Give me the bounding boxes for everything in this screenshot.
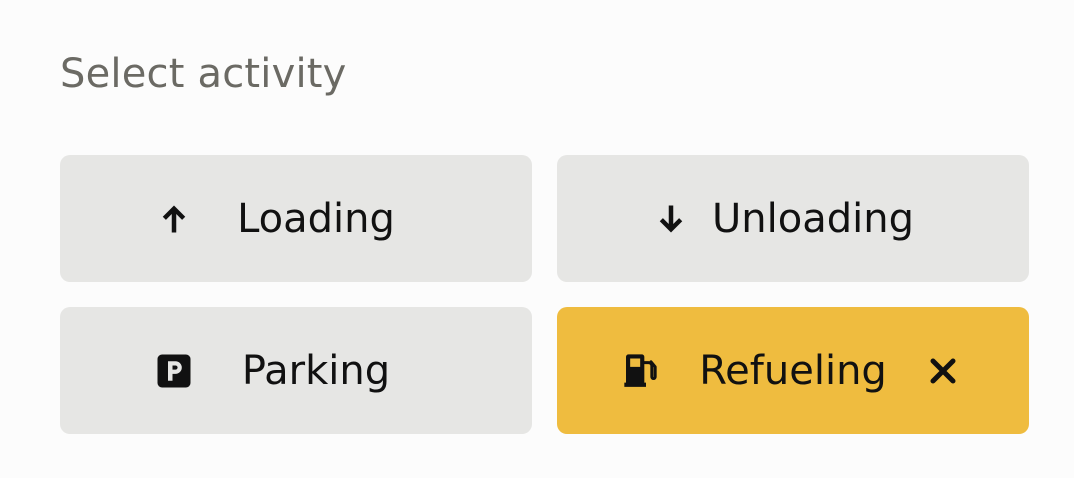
refueling-button[interactable]: Refueling [557, 307, 1029, 434]
select-activity-heading: Select activity [60, 51, 347, 97]
unloading-label: Unloading [712, 195, 914, 242]
close-icon[interactable] [923, 351, 963, 391]
parking-label: Parking [241, 347, 391, 394]
loading-button[interactable]: Loading [60, 155, 532, 282]
loading-label: Loading [237, 195, 395, 242]
parking-button[interactable]: Parking [60, 307, 532, 434]
unloading-button[interactable]: Unloading [557, 155, 1029, 282]
